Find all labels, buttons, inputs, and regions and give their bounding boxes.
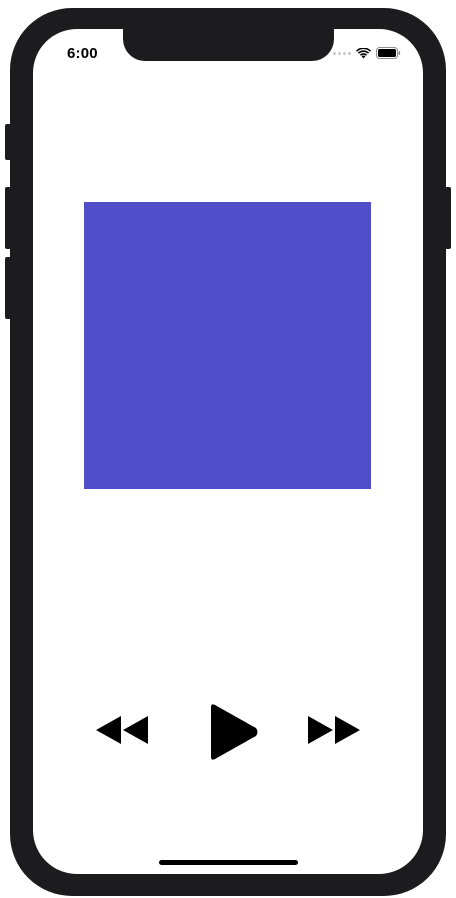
phone-screen: 6:00: [33, 29, 423, 874]
home-indicator[interactable]: [159, 860, 298, 865]
volume-up-button: [5, 187, 11, 249]
wifi-icon: [356, 47, 371, 58]
signal-dots-icon: [333, 51, 351, 55]
notch: [123, 29, 334, 61]
album-artwork: [84, 202, 371, 489]
status-time: 6:00: [67, 45, 98, 62]
volume-down-button: [5, 257, 11, 319]
fast-forward-button[interactable]: [308, 714, 360, 746]
power-button: [445, 187, 451, 249]
rewind-icon: [96, 716, 148, 744]
status-indicators: [333, 47, 401, 59]
fast-forward-icon: [308, 716, 360, 744]
rewind-button[interactable]: [96, 714, 148, 746]
play-icon: [211, 704, 258, 760]
mute-switch: [5, 124, 11, 160]
play-button[interactable]: [207, 703, 259, 761]
battery-icon: [376, 47, 401, 59]
